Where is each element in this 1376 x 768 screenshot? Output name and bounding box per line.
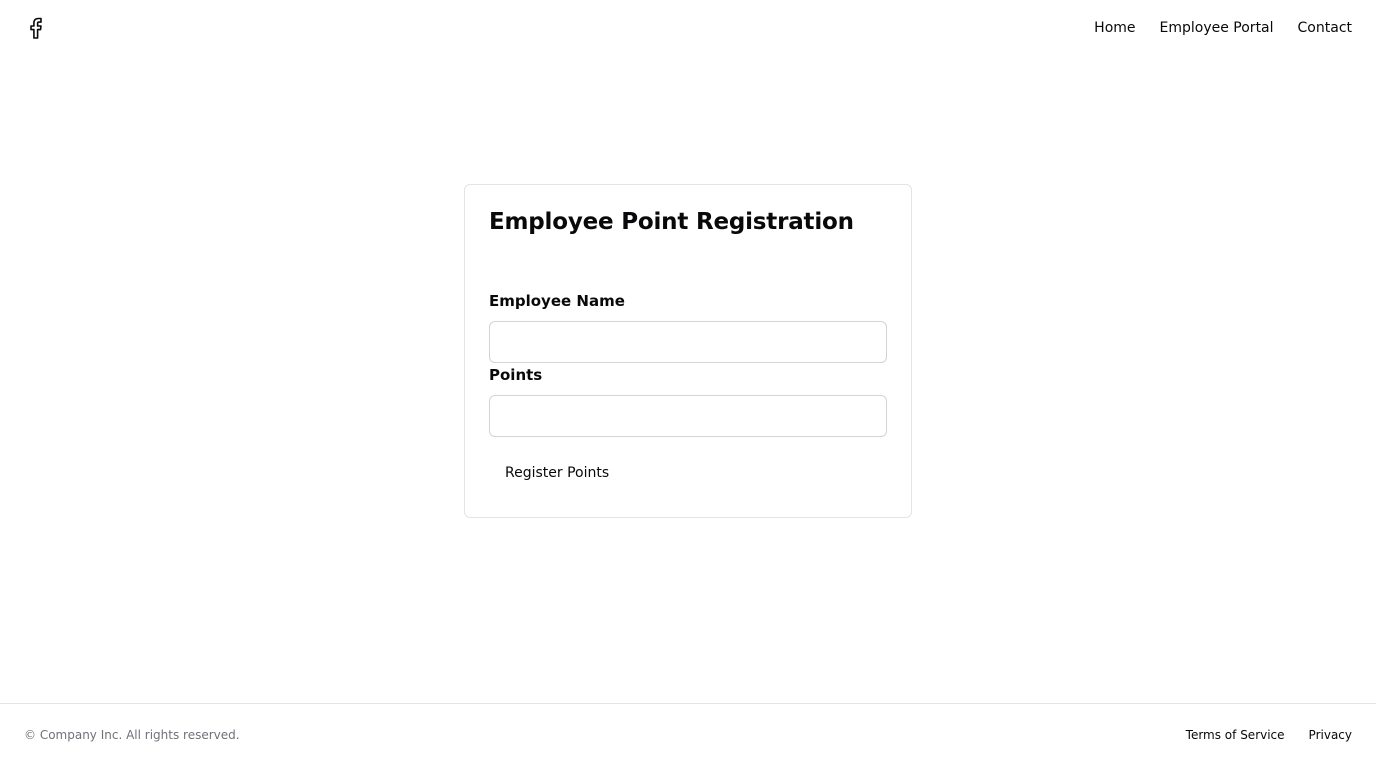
main-nav: Home Employee Portal Contact [1094,0,1352,56]
nav-contact-link[interactable]: Contact [1298,20,1352,36]
nav-employee-portal-link[interactable]: Employee Portal [1160,20,1274,36]
privacy-link[interactable]: Privacy [1309,728,1352,742]
nav-home-link[interactable]: Home [1094,20,1135,36]
terms-of-service-link[interactable]: Terms of Service [1186,728,1285,742]
registration-card: Employee Point Registration Employee Nam… [464,184,912,518]
points-input[interactable] [489,395,887,437]
site-header: Home Employee Portal Contact [0,0,1376,56]
register-points-button[interactable]: Register Points [489,455,625,491]
footer-nav: Terms of Service Privacy [1186,728,1352,742]
employee-name-input[interactable] [489,321,887,363]
form-title: Employee Point Registration [489,209,854,235]
facebook-icon[interactable] [28,16,44,40]
points-label: Points [489,366,543,384]
copyright-text: © Company Inc. All rights reserved. [24,728,240,742]
employee-name-label: Employee Name [489,292,625,310]
site-footer: © Company Inc. All rights reserved. Term… [0,703,1376,768]
